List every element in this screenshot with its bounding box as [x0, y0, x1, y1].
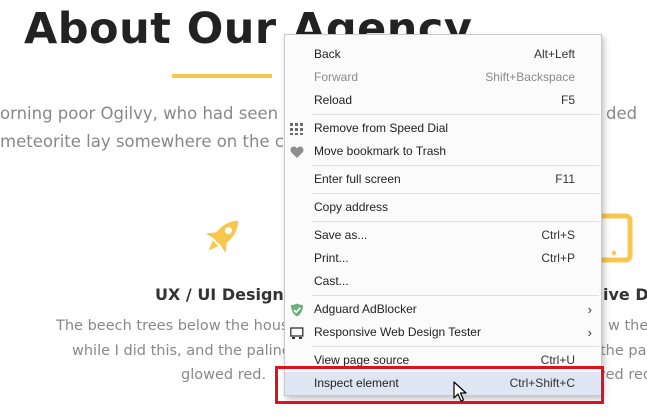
menu-separator	[312, 295, 599, 296]
intro-text-line-1: orning poor Ogilvy, who had seen	[0, 104, 279, 123]
menu-item-shortcut: Alt+Left	[533, 47, 575, 61]
service-text-left-1: The beech trees below the hous	[56, 318, 289, 334]
adguard-shield-icon	[291, 303, 303, 317]
service-text-left-3: glowed red.	[181, 367, 267, 383]
menu-separator	[312, 221, 599, 222]
menu-item-shortcut: Ctrl+P	[541, 251, 575, 265]
menu-item-label: Reload	[314, 93, 353, 107]
menu-separator	[312, 346, 599, 347]
menu-item-back[interactable]: Back Alt+Left	[285, 43, 601, 66]
menu-item-label: Forward	[314, 70, 359, 84]
responsive-tester-icon	[290, 327, 304, 339]
menu-item-label: Move bookmark to Trash	[314, 144, 447, 158]
menu-item-label: Enter full screen	[314, 172, 401, 186]
context-menu: Back Alt+Left Forward Shift+Backspace Re…	[284, 34, 602, 396]
menu-item-forward[interactable]: Forward Shift+Backspace	[285, 66, 601, 89]
menu-item-label: Remove from Speed Dial	[314, 121, 449, 135]
menu-item-cast[interactable]: Cast...	[285, 270, 601, 293]
menu-separator	[312, 165, 599, 166]
menu-item-label: Cast...	[314, 274, 349, 288]
menu-item-save-as[interactable]: Save as... Ctrl+S	[285, 224, 601, 247]
intro-text-right: ded	[606, 104, 638, 123]
menu-item-label: Responsive Web Design Tester	[314, 325, 481, 339]
menu-separator	[312, 114, 599, 115]
mouse-cursor-icon	[453, 381, 467, 402]
menu-item-remove-speed-dial[interactable]: Remove from Speed Dial	[285, 117, 601, 140]
menu-item-move-bookmark-trash[interactable]: Move bookmark to Trash	[285, 140, 601, 163]
menu-item-shortcut: F5	[560, 93, 575, 107]
speed-dial-icon	[290, 123, 303, 135]
menu-item-label: Save as...	[314, 228, 368, 242]
menu-item-reload[interactable]: Reload F5	[285, 89, 601, 112]
submenu-arrow-icon: ›	[587, 325, 592, 340]
submenu-arrow-icon: ›	[587, 302, 592, 317]
service-text-right-2: the pal	[600, 343, 647, 359]
menu-item-full-screen[interactable]: Enter full screen F11	[285, 168, 601, 191]
service-text-right-1: w the h	[608, 318, 647, 334]
menu-separator	[312, 193, 599, 194]
rocket-icon	[205, 220, 239, 254]
menu-item-shortcut: Ctrl+S	[541, 228, 575, 242]
menu-item-responsive-tester[interactable]: Responsive Web Design Tester ›	[285, 321, 601, 344]
menu-item-label: Copy address	[314, 200, 389, 214]
highlight-box	[275, 366, 604, 404]
menu-item-shortcut: F11	[555, 172, 575, 186]
heart-icon	[290, 146, 304, 158]
service-text-right-3: ved red	[597, 367, 647, 383]
menu-item-label: Back	[314, 47, 341, 61]
menu-item-label: Print...	[314, 251, 349, 265]
title-underline	[172, 74, 272, 78]
service-title-left: UX / UI Design	[155, 285, 284, 304]
menu-item-adguard[interactable]: Adguard AdBlocker ›	[285, 298, 601, 321]
menu-item-label: Adguard AdBlocker	[314, 302, 417, 316]
menu-item-shortcut: Shift+Backspace	[485, 70, 575, 84]
menu-item-copy-address[interactable]: Copy address	[285, 196, 601, 219]
menu-item-print[interactable]: Print... Ctrl+P	[285, 247, 601, 270]
service-text-left-2: while I did this, and the palings	[72, 343, 299, 359]
service-title-right: ive D	[603, 285, 647, 304]
intro-text-line-2: meteorite lay somewhere on the c	[0, 132, 284, 151]
